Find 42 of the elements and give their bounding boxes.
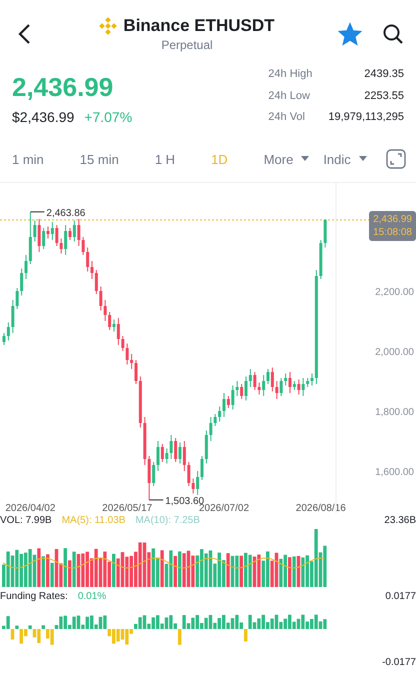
countdown: 15:08:08 <box>373 226 412 239</box>
stat-label: 24h High <box>268 68 312 82</box>
volume-label: VOL: 7.99B <box>0 514 52 526</box>
stat-label: 24h Low <box>268 90 311 104</box>
interval-tab[interactable]: 15 min <box>80 152 119 166</box>
axis-label: 2,200.00 <box>375 287 414 298</box>
dropdown-button[interactable]: More <box>264 152 310 166</box>
caret-icon <box>301 156 310 162</box>
price-change: +7.07% <box>84 109 132 125</box>
stat-value: 19,979,113,295 <box>328 111 404 126</box>
contract-type: Perpetual <box>161 38 213 52</box>
axis-label: 1,600.00 <box>375 467 414 478</box>
stat-value: 2253.55 <box>363 90 404 104</box>
interval-tab[interactable]: 1 min <box>12 152 44 166</box>
caret-icon <box>358 156 367 162</box>
star-icon[interactable] <box>338 22 362 46</box>
search-icon[interactable] <box>382 23 404 45</box>
leader-line <box>148 499 164 500</box>
pair-title: Binance ETHUSDT <box>123 16 275 36</box>
ma10-label: MA(10): 7.25B <box>135 514 200 526</box>
ma5-label: MA(5): 11.03B <box>62 514 126 526</box>
last-price: 2,436.99 <box>12 72 114 103</box>
axis-label: -0.0177 <box>382 656 416 668</box>
dropdown-button[interactable]: Indic <box>323 152 367 166</box>
price-annotation: 2,463.86 <box>46 208 86 219</box>
stat-value: 2439.35 <box>363 68 404 82</box>
axis-label: 1,800.00 <box>375 407 414 418</box>
expand-icon[interactable] <box>386 149 406 169</box>
last-price: 2,436.99 <box>373 213 412 226</box>
date-label: 2026/08/16 <box>296 503 346 513</box>
axis-label: 2,000.00 <box>375 347 414 358</box>
stat-label: 24h Vol <box>268 111 306 126</box>
usd-price: $2,436.99 <box>12 109 74 125</box>
axis-label: 23.36B <box>384 514 416 526</box>
date-label: 2026/04/02 <box>5 503 56 513</box>
diamond-logo-icon <box>99 17 118 35</box>
funding-value: 0.01% <box>78 590 106 602</box>
funding-label: Funding Rates: <box>0 590 68 602</box>
date-label: 2026/05/17 <box>102 503 152 513</box>
leader-line <box>30 211 45 212</box>
interval-tab[interactable]: 1 H <box>154 152 176 166</box>
axis-label: 0.0177 <box>385 590 416 602</box>
